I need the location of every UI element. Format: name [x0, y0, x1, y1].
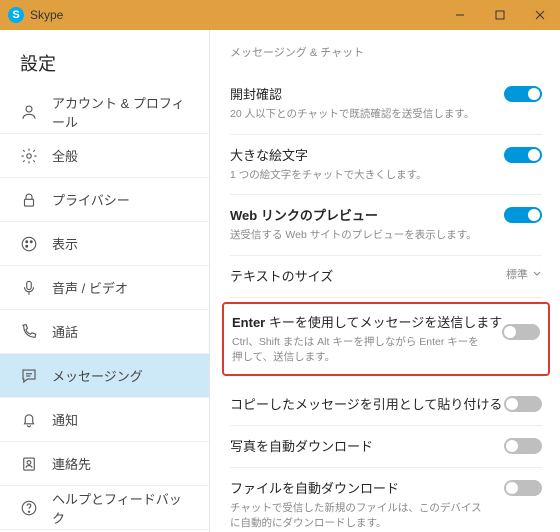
sidebar-item-label: 連絡先	[52, 454, 91, 473]
sidebar-item-label: メッセージング	[52, 366, 143, 385]
highlighted-setting: Enter キーを使用してメッセージを送信します Ctrl、Shift または …	[222, 302, 550, 376]
setting-desc: 送受信する Web サイトのプレビューを表示します。	[230, 228, 542, 243]
text-size-value: 標準	[506, 266, 528, 282]
toggle-web-preview[interactable]	[504, 207, 542, 223]
main-content: メッセージング & チャット 開封確認 20 人以下とのチャットで既読確認を送受…	[210, 30, 560, 532]
toggle-quote-paste[interactable]	[504, 396, 542, 412]
skype-logo-icon: S	[8, 7, 24, 23]
sidebar-item-label: プライバシー	[52, 190, 130, 209]
maximize-button[interactable]	[480, 0, 520, 30]
toggle-auto-photo[interactable]	[504, 438, 542, 454]
toggle-big-emoji[interactable]	[504, 147, 542, 163]
toggle-read-receipts[interactable]	[504, 86, 542, 102]
setting-desc: チャットで受信した新規のファイルは、このデバイスに自動的にダウンロードします。	[230, 501, 542, 530]
sidebar-item-label: 通話	[52, 322, 78, 341]
chevron-down-icon	[532, 269, 542, 279]
sidebar-item-label: 表示	[52, 234, 78, 253]
sidebar-item-appearance[interactable]: 表示	[0, 222, 209, 266]
setting-title: ファイルを自動ダウンロード	[230, 478, 542, 497]
setting-title: テキストのサイズ	[230, 266, 542, 285]
sidebar-heading: 設定	[0, 42, 209, 90]
sidebar-item-label: ヘルプとフィードバック	[52, 489, 189, 527]
sidebar-item-help[interactable]: ヘルプとフィードバック	[0, 486, 209, 530]
sidebar-item-privacy[interactable]: プライバシー	[0, 178, 209, 222]
sidebar-item-messaging[interactable]: メッセージング	[0, 354, 209, 398]
setting-title: Enter キーを使用してメッセージを送信します	[232, 312, 540, 331]
sidebar-item-label: 通知	[52, 410, 78, 429]
setting-big-emoji: 大きな絵文字 1 つの絵文字をチャットで大きくします。	[230, 135, 542, 196]
setting-desc: 1 つの絵文字をチャットで大きくします。	[230, 168, 542, 183]
sidebar-item-contacts[interactable]: 連絡先	[0, 442, 209, 486]
chat-icon	[20, 367, 38, 385]
setting-auto-file: ファイルを自動ダウンロード チャットで受信した新規のファイルは、このデバイスに自…	[230, 468, 542, 532]
setting-title: 大きな絵文字	[230, 145, 542, 164]
setting-quote-paste: コピーしたメッセージを引用として貼り付ける	[230, 384, 542, 426]
setting-desc: Ctrl、Shift または Alt キーを押しながら Enter キーを押して…	[232, 335, 540, 364]
sidebar-item-label: 全般	[52, 146, 78, 165]
sidebar-item-audio-video[interactable]: 音声 / ビデオ	[0, 266, 209, 310]
microphone-icon	[20, 279, 38, 297]
setting-title: Web リンクのプレビュー	[230, 205, 542, 224]
section-heading: メッセージング & チャット	[230, 44, 542, 60]
minimize-button[interactable]	[440, 0, 480, 30]
toggle-auto-file[interactable]	[504, 480, 542, 496]
titlebar: S Skype	[0, 0, 560, 30]
sidebar-item-general[interactable]: 全般	[0, 134, 209, 178]
setting-desc: 20 人以下とのチャットで既読確認を送受信します。	[230, 107, 542, 122]
setting-read-receipts: 開封確認 20 人以下とのチャットで既読確認を送受信します。	[230, 74, 542, 135]
lock-icon	[20, 191, 38, 209]
setting-enter-send: Enter キーを使用してメッセージを送信します Ctrl、Shift または …	[232, 312, 540, 364]
palette-icon	[20, 235, 38, 253]
sidebar-item-label: アカウント & プロフィール	[52, 93, 189, 131]
setting-auto-photo: 写真を自動ダウンロード	[230, 426, 542, 468]
help-icon	[20, 499, 38, 517]
sidebar-item-calling[interactable]: 通話	[0, 310, 209, 354]
setting-title: 写真を自動ダウンロード	[230, 436, 542, 455]
phone-icon	[20, 323, 38, 341]
bell-icon	[20, 411, 38, 429]
contacts-icon	[20, 455, 38, 473]
sidebar: 設定 アカウント & プロフィール 全般 プライバシー 表示 音声 / ビデオ …	[0, 30, 210, 532]
sidebar-item-label: 音声 / ビデオ	[52, 278, 128, 297]
setting-title: 開封確認	[230, 84, 542, 103]
close-button[interactable]	[520, 0, 560, 30]
sidebar-item-notifications[interactable]: 通知	[0, 398, 209, 442]
sidebar-item-account[interactable]: アカウント & プロフィール	[0, 90, 209, 134]
window-title: Skype	[30, 8, 440, 22]
setting-title: コピーしたメッセージを引用として貼り付ける	[230, 394, 542, 413]
setting-web-preview: Web リンクのプレビュー 送受信する Web サイトのプレビューを表示します。	[230, 195, 542, 256]
setting-text-size[interactable]: テキストのサイズ 標準	[230, 256, 542, 298]
person-icon	[20, 103, 38, 121]
gear-icon	[20, 147, 38, 165]
toggle-enter-send[interactable]	[502, 324, 540, 340]
